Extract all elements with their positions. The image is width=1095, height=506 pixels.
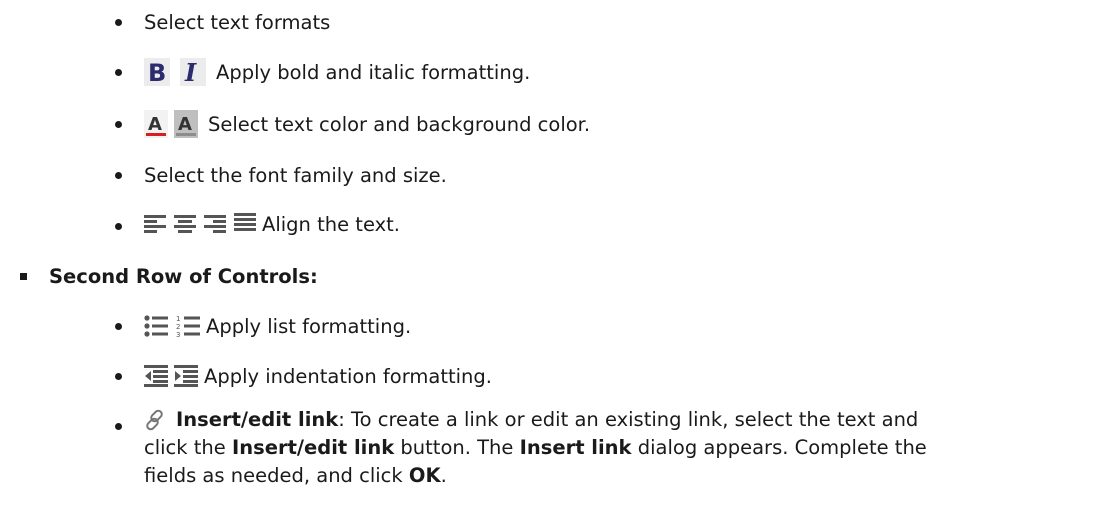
list-item: A A Select text color and background col… [144,108,590,140]
align-left-icon [144,214,166,234]
link-text-3-suffix: . [440,464,447,487]
item-text: Select text color and background color. [208,112,591,136]
list-item: 1 2 3 Apply list formatting. [144,310,411,342]
list-item: Select the font family and size. [144,161,447,189]
item-text: Select text formats [144,10,331,34]
item-text: Apply list formatting. [206,314,412,338]
background-color-icon: A [174,110,198,138]
link-text-2-suffix: dialog appears. Complete the [631,436,927,459]
link-icon [144,409,166,431]
heading-text: Second Row of Controls: [49,264,318,288]
bullet [115,223,122,230]
indent-icon [174,365,198,387]
svg-text:B: B [148,59,166,86]
item-text: Align the text. [262,212,400,236]
italic-icon: I [180,58,206,86]
link-button-name: Insert/edit link [231,436,395,459]
align-justify-icon [234,213,256,235]
bold-icon: B [144,58,170,86]
bullet [115,323,122,330]
list-item: B I Apply bold and italic formatting. [144,56,530,88]
list-item: Insert/edit link: To create a link or ed… [144,406,1095,490]
align-right-icon [204,214,226,234]
svg-text:I: I [184,58,197,86]
ok-label: OK [408,464,441,487]
list-item: Apply indentation formatting. [144,360,492,392]
item-text: Select the font family and size. [144,163,447,187]
numbered-list-icon: 1 2 3 [176,315,200,337]
bullet [115,373,122,380]
align-center-icon [174,214,196,234]
link-text-1: : To create a link or edit an existing l… [338,408,919,431]
bullet [115,423,122,430]
text-color-icon: A [144,110,168,138]
section-heading: Second Row of Controls: [49,262,318,290]
list-item: Select text formats [144,8,330,36]
svg-text:1: 1 [176,315,180,323]
bullet [115,19,122,26]
svg-text:A: A [148,114,162,135]
bullet [115,121,122,128]
outdent-icon [144,365,168,387]
svg-text:A: A [178,114,192,135]
bullet-list-icon [144,315,168,337]
link-title: Insert/edit link [176,408,339,431]
bullet [115,69,122,76]
item-text: Apply indentation formatting. [204,364,492,388]
link-text-2-prefix: click the [144,436,232,459]
item-text: Apply bold and italic formatting. [216,60,531,84]
svg-text:3: 3 [176,331,180,337]
bullet [115,172,122,179]
link-text-2-mid: button. The [394,436,520,459]
link-text-3-prefix: fields as needed, and click [144,464,409,487]
square-bullet [20,273,27,280]
list-item: Align the text. [144,208,400,240]
svg-text:2: 2 [176,323,180,331]
link-dialog-name: Insert link [519,436,632,459]
